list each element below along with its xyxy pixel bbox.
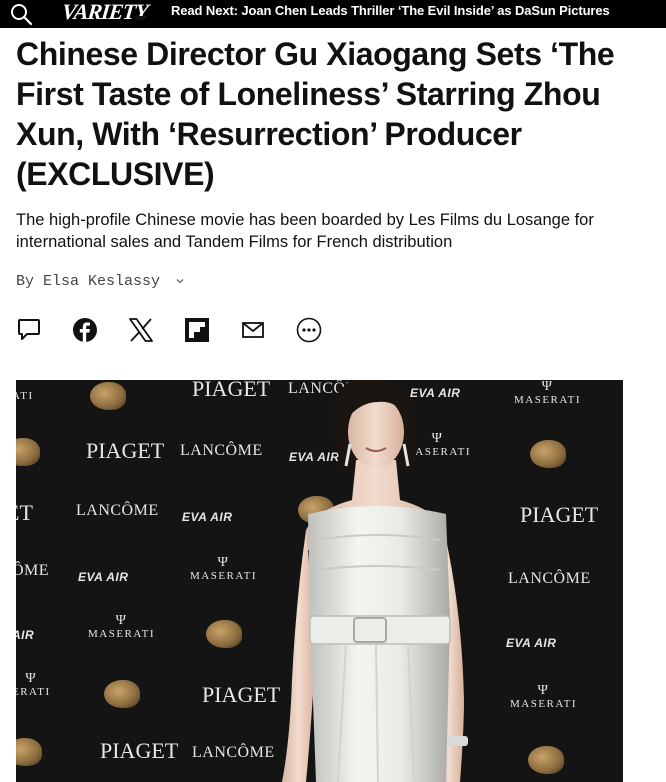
article-dek: The high-profile Chinese movie has been … [16,211,594,251]
chevron-down-icon[interactable] [175,276,185,286]
flipboard-icon[interactable] [184,317,210,343]
comment-icon[interactable] [16,317,42,343]
hero-photo: PIAGET LANCÔME EVA AIR ΨMASERATI ATI PIA… [16,380,623,782]
email-icon[interactable] [240,317,266,343]
more-icon[interactable] [296,317,322,343]
facebook-icon[interactable] [72,317,98,343]
x-icon[interactable] [128,317,154,343]
person-figure [282,380,468,782]
author-link[interactable]: Elsa Keslassy [43,273,160,290]
clipped-text-fragment [16,16,636,32]
article-headline: Chinese Director Gu Xiaogang Sets ‘The F… [16,36,615,192]
byline-prefix: By [16,273,35,290]
byline: By Elsa Keslassy [16,273,185,290]
